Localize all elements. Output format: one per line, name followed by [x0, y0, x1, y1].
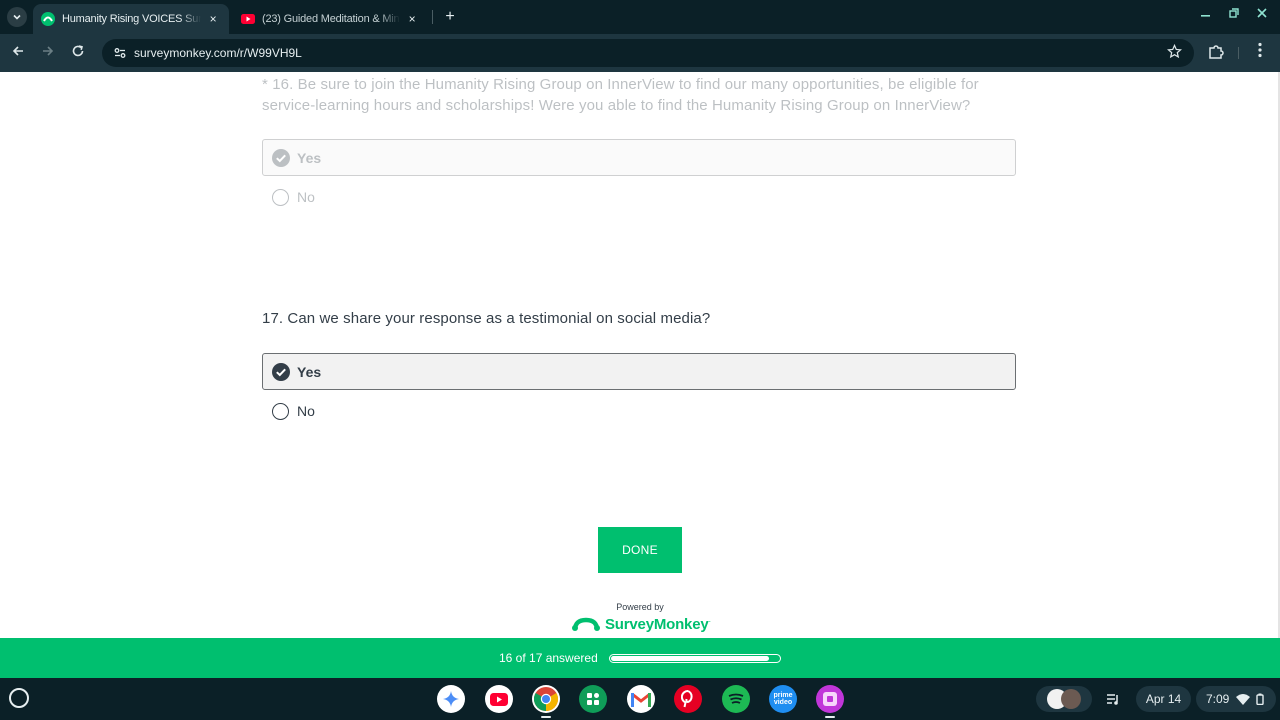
tab-humanity-rising[interactable]: Humanity Rising VOICES Survey ×	[33, 4, 229, 34]
tab-strip: Humanity Rising VOICES Survey × (23) Gui…	[0, 0, 1280, 34]
done-button[interactable]: DONE	[598, 527, 682, 573]
surveymonkey-logo[interactable]: SurveyMonkey ·	[572, 615, 711, 633]
youtube-icon[interactable]	[485, 685, 513, 713]
assistant-icon[interactable]	[437, 685, 465, 713]
option-label: No	[297, 403, 315, 419]
user-avatar-tray[interactable]	[1036, 686, 1092, 712]
question-17-text: 17. Can we share your response as a test…	[262, 310, 711, 327]
question-16-text: * 16. Be sure to join the Humanity Risin…	[262, 76, 979, 114]
media-controls-button[interactable]	[1100, 686, 1126, 712]
tab-title: Humanity Rising VOICES Survey	[62, 13, 201, 25]
pinterest-icon[interactable]	[674, 685, 702, 713]
youtube-icon	[241, 12, 255, 26]
surveymonkey-icon	[572, 617, 600, 631]
powered-by-text: Powered by	[616, 602, 664, 612]
option-label: Yes	[297, 149, 322, 166]
forward-button[interactable]	[38, 43, 58, 63]
avatar	[1061, 689, 1081, 709]
question-17: 17. Can we share your response as a test…	[262, 308, 1022, 426]
arrow-left-icon	[12, 46, 23, 56]
surveymonkey-icon	[41, 12, 55, 26]
chevron-down-icon	[13, 14, 21, 20]
address-bar[interactable]: surveymonkey.com/r/W99VH9L	[102, 39, 1194, 67]
progress-text: 16 of 17 answered	[499, 651, 598, 665]
option-label: Yes	[297, 363, 322, 380]
question-16: * 16. Be sure to join the Humanity Risin…	[262, 74, 1022, 212]
clock-text: 7:09	[1206, 692, 1230, 706]
close-tab-icon[interactable]: ×	[205, 12, 221, 26]
browser-menu-button[interactable]	[1254, 42, 1266, 64]
app-running-indicator	[825, 716, 835, 718]
browser-toolbar: surveymonkey.com/r/W99VH9L	[0, 34, 1280, 72]
playlist-icon	[1107, 694, 1118, 705]
launcher-button[interactable]	[9, 688, 29, 708]
q16-option-no[interactable]: No	[262, 182, 1022, 212]
bookmark-star-icon[interactable]	[1166, 43, 1183, 63]
survey-page: * 16. Be sure to join the Humanity Risin…	[0, 72, 1280, 638]
prime-video-icon[interactable]: prime video	[769, 685, 797, 713]
window-controls	[1200, 7, 1268, 19]
progress-bar-fill	[611, 656, 769, 661]
url-text: surveymonkey.com/r/W99VH9L	[134, 46, 302, 60]
q16-option-yes[interactable]: Yes	[262, 139, 1016, 176]
prime-video-label: prime video	[773, 692, 793, 706]
q17-option-yes[interactable]: Yes	[262, 353, 1016, 390]
gmail-icon[interactable]	[627, 685, 655, 713]
reload-button[interactable]	[68, 43, 88, 63]
battery-icon	[1256, 693, 1265, 705]
checkmark-circle-icon	[272, 362, 290, 381]
minimize-icon[interactable]	[1200, 7, 1212, 19]
restore-icon[interactable]	[1228, 7, 1240, 19]
chrome-icon[interactable]	[532, 685, 560, 718]
extensions-button[interactable]	[1207, 43, 1227, 63]
app-launcher-icon[interactable]	[579, 685, 607, 713]
checkmark-circle-icon	[272, 148, 290, 167]
tab-search-button[interactable]	[7, 7, 27, 27]
progress-footer: 16 of 17 answered	[0, 638, 1280, 678]
app-running-indicator	[541, 716, 551, 718]
wifi-icon	[1236, 694, 1251, 705]
site-info-icon[interactable]	[106, 46, 134, 60]
puzzle-icon	[1209, 45, 1224, 59]
status-area[interactable]: 7:09	[1196, 686, 1276, 712]
back-button[interactable]	[8, 43, 28, 63]
reload-icon	[72, 45, 84, 57]
arrow-right-icon	[43, 46, 54, 56]
close-window-icon[interactable]	[1256, 7, 1268, 19]
os-shelf: prime video Apr 14 7:09	[0, 678, 1280, 720]
close-tab-icon[interactable]: ×	[404, 12, 420, 26]
more-vert-icon	[1258, 42, 1262, 58]
radio-empty-icon	[272, 188, 289, 206]
brand-name: SurveyMonkey	[605, 615, 709, 633]
photos-app-icon[interactable]	[816, 685, 844, 718]
radio-empty-icon	[272, 402, 289, 420]
tab-divider	[432, 10, 433, 24]
q17-option-no[interactable]: No	[262, 396, 1022, 426]
tab-title: (23) Guided Meditation & Mindfulness	[262, 13, 400, 25]
tab-guided-meditation[interactable]: (23) Guided Meditation & Mindfulness ×	[233, 4, 428, 34]
date-button[interactable]: Apr 14	[1136, 686, 1191, 712]
progress-bar	[609, 654, 781, 663]
toolbar-divider	[1238, 47, 1239, 59]
option-label: No	[297, 189, 315, 205]
spotify-icon[interactable]	[722, 685, 750, 713]
new-tab-button[interactable]: +	[440, 7, 460, 27]
trademark-mark: ·	[708, 616, 712, 626]
